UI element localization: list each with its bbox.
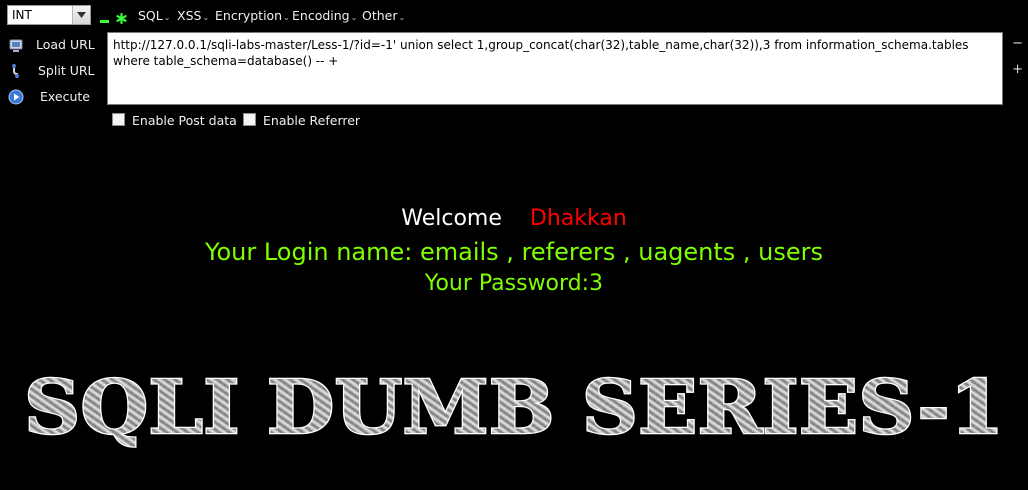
menu-xss[interactable]: XSS⌄ <box>177 8 209 23</box>
enable-referrer-option[interactable]: Enable Referrer <box>243 113 360 128</box>
menu-xss-label: XSS <box>177 8 202 23</box>
referrer-label: Enable Referrer <box>263 113 361 128</box>
password-line: Your Password:3 <box>424 271 604 296</box>
split-url-label: Split URL <box>38 63 95 78</box>
welcome-name: Dhakkan <box>529 206 627 231</box>
hackbar-toolbar: INT SQL⌄ XSS⌄ Encryption⌄ Encoding⌄ Othe… <box>0 0 1028 32</box>
collapse-button[interactable]: − <box>1012 36 1023 51</box>
minus-icon[interactable] <box>100 11 109 30</box>
menu-encryption-label: Encryption <box>215 8 283 23</box>
load-url-icon <box>8 37 24 53</box>
chevron-down-icon: ⌄ <box>398 13 406 22</box>
play-icon <box>8 89 24 105</box>
post-data-label: Enable Post data <box>132 113 237 128</box>
split-url-icon <box>8 63 24 79</box>
menu-encoding-label: Encoding <box>292 8 350 23</box>
split-url-button[interactable]: Split URL <box>4 61 100 81</box>
menu-encryption[interactable]: Encryption⌄ <box>215 8 290 23</box>
load-url-label: Load URL <box>36 37 95 52</box>
execute-label: Execute <box>40 89 90 104</box>
menu-sql[interactable]: SQL⌄ <box>138 8 170 23</box>
referrer-checkbox[interactable] <box>243 113 256 126</box>
menu-encoding[interactable]: Encoding⌄ <box>292 8 357 23</box>
execute-button[interactable]: Execute <box>4 87 100 107</box>
menu-sql-label: SQL <box>138 8 163 23</box>
type-select-value: INT <box>12 8 32 22</box>
browser-window: INT SQL⌄ XSS⌄ Encryption⌄ Encoding⌄ Othe… <box>0 0 1028 490</box>
login-name-line: Your Login name: emails , referers , uag… <box>204 238 824 266</box>
enable-post-data-option[interactable]: Enable Post data <box>112 113 237 128</box>
welcome-line: Welcome Dhakkan <box>0 206 1028 231</box>
chevron-down-icon: ⌄ <box>163 13 171 22</box>
welcome-label: Welcome <box>401 206 502 231</box>
chevron-down-icon: ⌄ <box>202 13 210 22</box>
load-url-button[interactable]: Load URL <box>4 35 100 55</box>
type-select[interactable]: INT <box>7 5 91 25</box>
banner-text: SQLI DUMB SERIES-1 <box>24 365 1004 451</box>
asterisk-icon[interactable] <box>116 9 127 28</box>
url-input[interactable]: http://127.0.0.1/sqli-labs-master/Less-1… <box>107 32 1003 105</box>
series-banner: SQLI DUMB SERIES-1 <box>23 364 1006 453</box>
post-data-checkbox[interactable] <box>112 113 125 126</box>
expand-button[interactable]: + <box>1012 62 1023 77</box>
chevron-down-icon: ⌄ <box>283 13 290 22</box>
chevron-down-icon <box>72 6 90 24</box>
menu-other[interactable]: Other⌄ <box>362 8 405 23</box>
chevron-down-icon: ⌄ <box>350 13 358 22</box>
menu-other-label: Other <box>362 8 398 23</box>
